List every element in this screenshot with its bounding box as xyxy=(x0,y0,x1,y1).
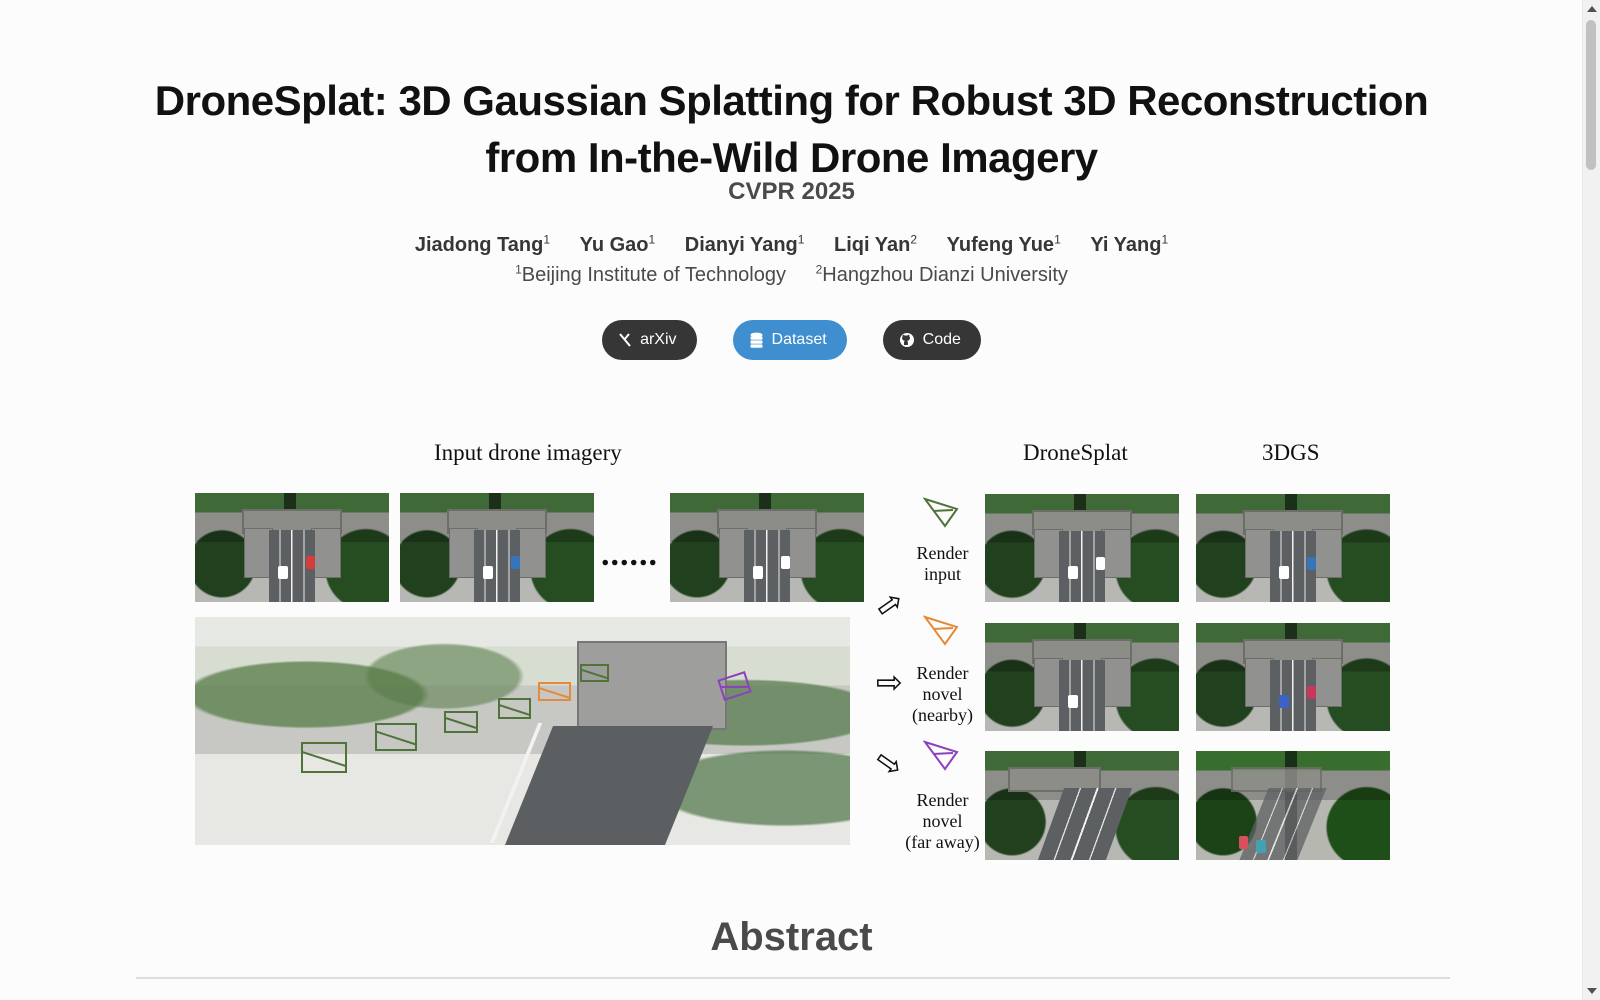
abstract-heading: Abstract xyxy=(710,915,873,960)
input-image-3 xyxy=(670,493,864,602)
arxiv-icon xyxy=(619,333,631,347)
input-imagery-label: Input drone imagery xyxy=(434,440,622,465)
teaser-figure: Input drone imagery DroneSplat 3DGS ....… xyxy=(195,440,1395,860)
render-input-label: Render input xyxy=(916,543,969,584)
render-faraway-arrow: ⇨ xyxy=(867,739,912,787)
camera-frustum-green xyxy=(444,711,478,733)
3dgs-render-faraway xyxy=(1196,751,1390,860)
camera-icon-render-faraway xyxy=(923,740,959,771)
affiliations: 1Beijing Institute of Technology 2Hangzh… xyxy=(0,262,1583,287)
camera-frustum-green xyxy=(580,664,609,682)
vertical-scrollbar[interactable] xyxy=(1582,0,1600,1000)
arxiv-label: arXiv xyxy=(640,331,677,348)
arxiv-button[interactable]: arXiv xyxy=(602,320,697,360)
section-divider xyxy=(136,977,1450,979)
3dgs-column-label: 3DGS xyxy=(1262,440,1320,465)
database-icon xyxy=(750,332,763,348)
author-liqi-yan[interactable]: Liqi Yan2 xyxy=(834,232,917,256)
render-nearby-arrow: ⇨ xyxy=(876,663,903,701)
input-image-1 xyxy=(195,493,389,602)
camera-frustum-green xyxy=(301,742,347,773)
reconstructed-scene xyxy=(195,617,850,845)
github-icon xyxy=(899,333,914,347)
dronesplat-render-input xyxy=(985,494,1179,602)
title-line-1: DroneSplat: 3D Gaussian Splatting for Ro… xyxy=(154,77,1429,125)
scrollbar-thumb[interactable] xyxy=(1586,20,1596,170)
camera-frustum-green xyxy=(375,723,417,751)
conference-venue: CVPR 2025 xyxy=(728,178,855,205)
dronesplat-column-label: DroneSplat xyxy=(1023,440,1128,465)
author-list: Jiadong Tang1 Yu Gao1 Dianyi Yang1 Liqi … xyxy=(0,232,1583,257)
render-faraway-label: Render novel (far away) xyxy=(905,790,980,852)
dronesplat-render-faraway xyxy=(985,751,1179,860)
scroll-down-icon[interactable] xyxy=(1587,988,1597,994)
affiliation-beijing: 1Beijing Institute of Technology xyxy=(515,262,786,286)
camera-frustum-orange xyxy=(538,682,571,701)
dataset-label: Dataset xyxy=(771,331,827,348)
input-image-2 xyxy=(400,493,594,602)
dronesplat-render-nearby xyxy=(985,623,1179,731)
title-line-2: from In-the-Wild Drone Imagery xyxy=(485,134,1098,182)
camera-frustum-green xyxy=(498,698,531,719)
paper-links: arXiv Dataset Code xyxy=(0,320,1583,360)
scroll-up-icon[interactable] xyxy=(1587,6,1597,12)
affiliation-hangzhou: 2Hangzhou Dianzi University xyxy=(815,262,1068,286)
author-yufeng-yue[interactable]: Yufeng Yue1 xyxy=(947,232,1061,256)
page-content: DroneSplat: 3D Gaussian Splatting for Ro… xyxy=(0,0,1583,1000)
camera-icon-render-input xyxy=(923,497,959,528)
3dgs-render-input xyxy=(1196,494,1390,602)
code-button[interactable]: Code xyxy=(882,320,981,360)
render-input-arrow: ⇨ xyxy=(867,580,912,628)
author-dianyi-yang[interactable]: Dianyi Yang1 xyxy=(685,232,805,256)
3dgs-render-nearby xyxy=(1196,623,1390,731)
author-yi-yang[interactable]: Yi Yang1 xyxy=(1090,232,1168,256)
camera-icon-render-nearby xyxy=(923,615,959,646)
author-jiadong-tang[interactable]: Jiadong Tang1 xyxy=(415,232,550,256)
render-nearby-label: Render novel (nearby) xyxy=(912,663,973,725)
author-yu-gao[interactable]: Yu Gao1 xyxy=(580,232,656,256)
code-label: Code xyxy=(922,331,961,348)
more-images-ellipsis: ...... xyxy=(601,536,658,573)
page-title: DroneSplat: 3D Gaussian Splatting for Ro… xyxy=(0,72,1583,186)
dataset-button[interactable]: Dataset xyxy=(732,320,847,360)
